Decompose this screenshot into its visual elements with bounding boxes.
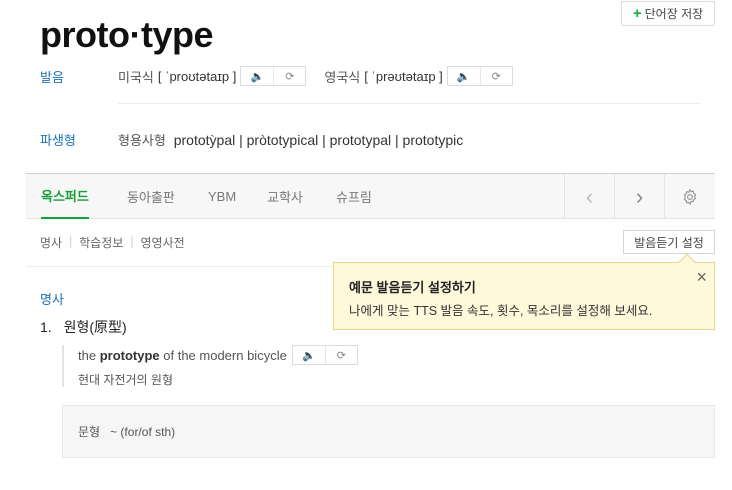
tooltip-title: 예문 발음듣기 설정하기 — [349, 280, 476, 295]
tooltip-arrow — [678, 253, 696, 271]
dictionary-tab-bar: 옥스퍼드 동아출판 YBM 교학사 슈프림 ‹ › — [26, 173, 715, 219]
example-text-pre: the — [78, 347, 100, 363]
repeat-icon[interactable]: ⟳ — [479, 67, 512, 85]
close-icon[interactable]: × — [696, 267, 707, 288]
prev-arrow-icon[interactable]: ‹ — [564, 174, 614, 219]
part-of-speech: 명사 — [40, 292, 64, 307]
uk-audio-controls: 🔈 ⟳ — [446, 66, 513, 86]
example-headword: prototype — [99, 347, 160, 363]
repeat-icon[interactable]: ⟳ — [273, 67, 305, 85]
pattern-text: ~ (for/of sth) — [110, 424, 176, 439]
tab-ybm[interactable]: YBM — [208, 174, 236, 219]
pattern-label: 문형 — [78, 425, 101, 439]
tab-kyohaksa[interactable]: 교학사 — [267, 174, 303, 219]
headword: proto·type — [40, 14, 213, 55]
speaker-icon[interactable]: 🔈 — [448, 67, 480, 85]
derivatives-text: prototỳpal | pròtotypical | prototypal |… — [173, 132, 464, 148]
uk-ipa: [ ˈprəʊtətaɪp ] — [364, 68, 443, 84]
example-text-post: of the modern bicycle — [159, 347, 287, 363]
tooltip-description: 나에게 맞는 TTS 발음 속도, 횟수, 목소리를 설정해 보세요. — [349, 304, 653, 318]
example-sentence: the prototype of the modern bicycle 🔈 ⟳ … — [62, 345, 358, 387]
example-audio-controls: 🔈 ⟳ — [291, 345, 358, 365]
pronunciation-label: 발음 — [40, 70, 64, 85]
subnav-study-info[interactable]: 학습정보 — [79, 234, 123, 251]
subnav-english-dictionary[interactable]: 영영사전 — [141, 234, 185, 251]
tab-oxford[interactable]: 옥스퍼드 — [41, 174, 89, 219]
gear-icon[interactable] — [664, 174, 715, 219]
tab-supreme[interactable]: 슈프림 — [336, 174, 372, 219]
listen-settings-button[interactable]: 발음듣기 설정 — [623, 230, 715, 254]
us-audio-controls: 🔈 ⟳ — [240, 66, 307, 86]
sense-1: 1. 원형(原型) — [40, 317, 127, 337]
repeat-icon[interactable]: ⟳ — [324, 346, 357, 364]
derivatives-sub-label: 형용사형 — [118, 133, 166, 148]
example-korean: 현대 자전거의 원형 — [78, 373, 173, 387]
plus-icon: + — [632, 5, 642, 22]
sense-text: 원형(原型) — [63, 319, 127, 335]
pronunciation-row: 미국식 [ ˈproʊtətaɪp ] 🔈 ⟳ 영국식 [ ˈprəʊtətaɪ… — [118, 66, 513, 86]
divider — [118, 103, 700, 104]
save-to-wordbook-button[interactable]: + 단어장 저장 — [621, 1, 715, 26]
subnav: 명사 | 학습정보 | 영영사전 — [40, 234, 185, 251]
uk-label: 영국식 — [324, 69, 361, 85]
tts-settings-tooltip: 예문 발음듣기 설정하기 나에게 맞는 TTS 발음 속도, 횟수, 목소리를 … — [333, 253, 715, 330]
example-english: the prototype of the modern bicycle 🔈 ⟳ — [78, 345, 358, 365]
sense-number: 1. — [40, 319, 52, 335]
subnav-noun[interactable]: 명사 — [40, 234, 62, 251]
sentence-pattern-box: 문형 ~ (for/of sth) — [62, 405, 715, 458]
derivatives-label: 파생형 — [40, 133, 76, 148]
speaker-icon[interactable]: 🔈 — [293, 346, 325, 364]
next-arrow-icon[interactable]: › — [614, 174, 664, 219]
save-button-label: 단어장 저장 — [644, 7, 704, 21]
us-label: 미국식 — [118, 69, 154, 85]
speaker-icon[interactable]: 🔈 — [241, 67, 273, 85]
us-ipa: [ ˈproʊtətaɪp ] — [157, 68, 237, 84]
tab-donga[interactable]: 동아출판 — [127, 174, 175, 219]
derivatives-row: 형용사형 prototỳpal | pròtotypical | prototy… — [118, 130, 463, 149]
